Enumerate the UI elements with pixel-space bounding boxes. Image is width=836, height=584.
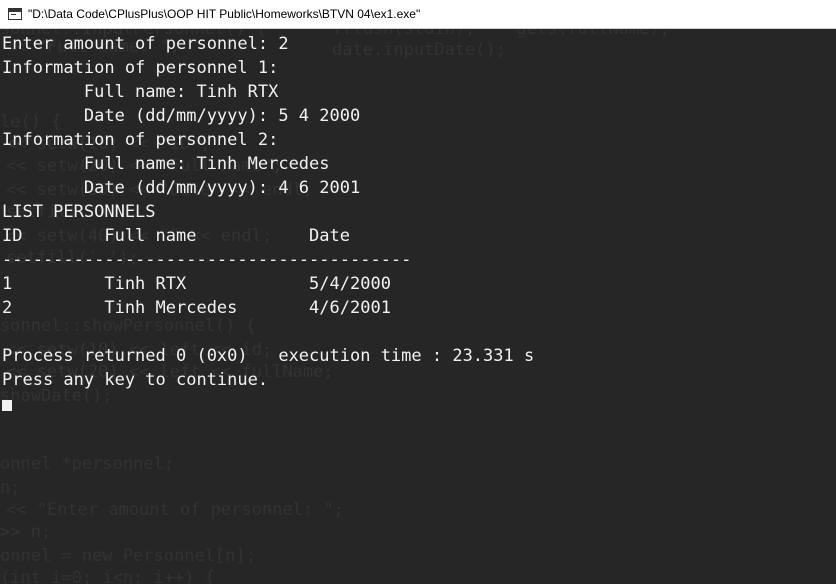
code-line: >> n; bbox=[0, 522, 52, 542]
cursor-line bbox=[2, 392, 836, 416]
console-app-icon bbox=[8, 8, 22, 20]
code-line: onnel *personnel; bbox=[0, 454, 174, 474]
window-titlebar[interactable]: "D:\Data Code\CPlusPlus\OOP HIT Public\H… bbox=[0, 0, 836, 29]
console-line: Full name: Tinh RTX bbox=[2, 82, 279, 102]
code-line: n; bbox=[0, 478, 21, 498]
console-line: Full name: Tinh Mercedes bbox=[2, 154, 330, 174]
console-line: Information of personnel 2: bbox=[2, 130, 279, 150]
console-output[interactable]: Enter amount of personnel: 2 Information… bbox=[2, 32, 836, 416]
console-line: ID Full name Date bbox=[2, 226, 350, 246]
code-line: (int i=0; i<n; i++) { bbox=[0, 568, 215, 584]
console-line: 1 Tinh RTX 5/4/2000 bbox=[2, 274, 391, 294]
console-line: Process returned 0 (0x0) execution time … bbox=[2, 346, 535, 366]
console-line: Date (dd/mm/yyyy): 4 6 2001 bbox=[2, 178, 361, 198]
code-line: << "Enter amount of personnel: "; bbox=[6, 500, 344, 520]
window-title: "D:\Data Code\CPlusPlus\OOP HIT Public\H… bbox=[28, 7, 421, 21]
console-line: Date (dd/mm/yyyy): 5 4 2000 bbox=[2, 106, 361, 126]
console-line: ---------------------------------------- bbox=[2, 250, 412, 270]
console-line: LIST PERSONNELS bbox=[2, 202, 156, 222]
console-line: 2 Tinh Mercedes 4/6/2001 bbox=[2, 298, 391, 318]
console-line: Enter amount of personnel: 2 bbox=[2, 34, 289, 54]
code-line: onnel = new Personnel[n]; bbox=[0, 546, 256, 566]
console-line: Information of personnel 1: bbox=[2, 58, 279, 78]
console-line: Press any key to continue. bbox=[2, 370, 269, 390]
text-cursor bbox=[2, 400, 12, 411]
